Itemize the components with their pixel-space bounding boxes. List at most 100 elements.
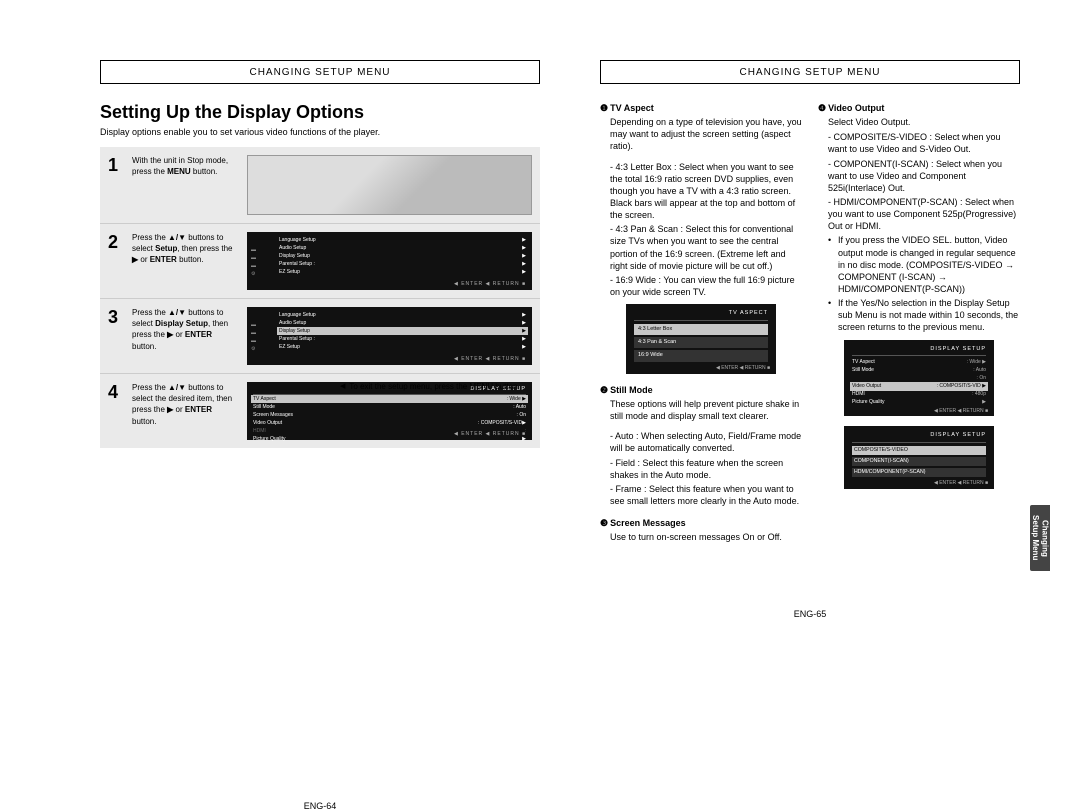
sub-item: - 16:9 Wide : You can view the full 16:9… xyxy=(610,274,802,298)
step-number: 3 xyxy=(108,307,122,365)
menu-title: DISPLAY SETUP xyxy=(852,432,986,442)
step-desc: Press the ▲/▼ buttons to select Display … xyxy=(132,307,237,365)
steps-panel: 1 With the unit in Stop mode, press the … xyxy=(100,147,540,448)
intro-text: Display options enable you to set variou… xyxy=(100,127,540,137)
exit-note: ◀ To exit the setup menu, press the MENU… xyxy=(340,382,540,391)
t: Display Setup xyxy=(155,319,208,328)
sub-item: - HDMI/COMPONENT(P-SCAN) : Select when y… xyxy=(828,196,1020,232)
t: ENTER xyxy=(150,255,177,264)
menu-footer: ◀ ENTER ◀ RETURN ■ xyxy=(454,431,526,437)
column-right: ❹Video Output Select Video Output. - COM… xyxy=(818,102,1020,551)
sub-item: - 4:3 Pan & Scan : Select this for conve… xyxy=(610,223,802,272)
t: ENTER xyxy=(185,405,212,414)
step-desc: Press the ▲/▼ buttons to select the desi… xyxy=(132,382,237,440)
menu-footer: ◀ ENTER ◀ RETURN ■ xyxy=(716,365,770,372)
page-right: CHANGING SETUP MENU ❶TV Aspect Depending… xyxy=(600,60,1020,551)
menu-item: 16:9 Wide xyxy=(634,350,768,361)
t: or xyxy=(173,330,185,339)
menu-footer: ◀ ENTER ◀ RETURN ■ xyxy=(934,480,988,487)
page-number: ENG-64 xyxy=(100,801,540,811)
step-number: 1 xyxy=(108,155,122,215)
opt-head: TV Aspect xyxy=(610,103,654,113)
t: ▲/▼ xyxy=(168,383,186,392)
t: Press the xyxy=(132,233,168,242)
sub-item: - Auto : When selecting Auto, Field/Fram… xyxy=(610,430,802,454)
menu-left-icons: ▬▬▬⚙ xyxy=(251,246,256,278)
opt-num: ❸ xyxy=(600,517,608,529)
display-setup-menu: DISPLAY SETUP TV Aspect: Wide ▶ Still Mo… xyxy=(844,340,994,417)
t: ▲/▼ xyxy=(168,233,186,242)
remote-illustration xyxy=(247,155,532,215)
arrow-icon: ◀ xyxy=(340,382,345,391)
sub-item: - 4:3 Letter Box : Select when you want … xyxy=(610,161,802,222)
video-output-menu: DISPLAY SETUP COMPOSITE/S-VIDEO COMPONEN… xyxy=(844,426,994,488)
page-left: CHANGING SETUP MENU Setting Up the Displ… xyxy=(100,60,540,551)
menu-item: : On xyxy=(852,374,986,382)
menu-item: COMPONENT(I-SCAN) xyxy=(852,457,986,466)
sub-item: - COMPOSITE/S-VIDEO : Select when you wa… xyxy=(828,131,1020,155)
menu-title: DISPLAY SETUP xyxy=(852,346,986,356)
menu-item: Still Mode: Auto xyxy=(852,367,986,375)
opt-body: Depending on a type of television you ha… xyxy=(610,116,802,152)
menu-footer: ◀ ENTER ◀ RETURN ■ xyxy=(454,356,526,362)
t: button. xyxy=(132,417,156,426)
menu-item: HDMI: 480p xyxy=(852,391,986,399)
step-3: 3 Press the ▲/▼ buttons to select Displa… xyxy=(100,299,540,374)
side-tab: ChangingSetup Menu xyxy=(1030,505,1050,571)
sub-item: - Field : Select this feature when the s… xyxy=(610,457,802,481)
menu-item: Still Mode: Auto xyxy=(253,403,526,411)
menu-item: Screen Messages: On xyxy=(253,411,526,419)
menu-footer: ◀ ENTER ◀ RETURN ■ xyxy=(454,281,526,287)
menu-item-selected: 4:3 Letter Box xyxy=(634,324,768,335)
page-title: Setting Up the Display Options xyxy=(100,102,540,123)
menu-item-selected: TV Aspect: Wide ▶ xyxy=(251,395,528,403)
step-number: 4 xyxy=(108,382,122,440)
menu-item: TV Aspect: Wide ▶ xyxy=(852,359,986,367)
t: button. xyxy=(191,167,218,176)
step-desc: With the unit in Stop mode, press the ME… xyxy=(132,155,237,215)
menu-title: TV ASPECT xyxy=(634,310,768,320)
header-right: CHANGING SETUP MENU xyxy=(600,60,1020,84)
menu-item: Picture Quality▶ xyxy=(852,399,986,407)
t: Press the xyxy=(132,383,168,392)
menu-item: Language Setup▶ xyxy=(279,236,526,244)
opt-head: Still Mode xyxy=(610,385,653,395)
menu-item-selected: Video Output: COMPOSIT/S-VID ▶ xyxy=(850,382,988,391)
menu-item-selected: Display Setup▶ xyxy=(277,327,528,335)
menu-item: EZ Setup▶ xyxy=(279,343,526,351)
menu-item: Audio Setup▶ xyxy=(279,319,526,327)
menu-item: 4:3 Pan & Scan xyxy=(634,337,768,348)
menu-item: Parental Setup :▶ xyxy=(279,335,526,343)
menu-screenshot: ▬▬▬⚙ Language Setup▶ Audio Setup▶ Displa… xyxy=(247,232,532,290)
opt-head: Video Output xyxy=(828,103,884,113)
exit-text: To exit the setup menu, press the MENU b… xyxy=(349,382,519,391)
sidetab-line: Changing xyxy=(1041,520,1050,557)
note-item: •If the Yes/No selection in the Display … xyxy=(828,297,1020,333)
header-left: CHANGING SETUP MENU xyxy=(100,60,540,84)
menu-footer: ◀ ENTER ◀ RETURN ■ xyxy=(934,408,988,415)
opt-num: ❹ xyxy=(818,102,826,114)
t: button. xyxy=(132,342,156,351)
tv-aspect-menu: TV ASPECT 4:3 Letter Box 4:3 Pan & Scan … xyxy=(626,304,776,374)
sub-item: - COMPONENT(I-SCAN) : Select when you wa… xyxy=(828,158,1020,194)
t: or xyxy=(138,255,150,264)
column-left: ❶TV Aspect Depending on a type of televi… xyxy=(600,102,802,551)
menu-item: Video Output: COMPOSIT/S-VID▶ xyxy=(253,419,526,427)
sub-item: - Frame : Select this feature when you w… xyxy=(610,483,802,507)
step-number: 2 xyxy=(108,232,122,290)
note-item: •If you press the VIDEO SEL. button, Vid… xyxy=(828,234,1020,295)
opt-num: ❷ xyxy=(600,384,608,396)
menu-item: Language Setup▶ xyxy=(279,311,526,319)
menu-item: HDMI/COMPONENT(P-SCAN) xyxy=(852,468,986,477)
t: , then press the xyxy=(177,244,232,253)
page-number: ENG-65 xyxy=(600,609,1020,619)
opt-body: Use to turn on-screen messages On or Off… xyxy=(610,531,802,543)
menu-item: Audio Setup▶ xyxy=(279,244,526,252)
opt-head: Screen Messages xyxy=(610,518,686,528)
menu-item-selected: COMPOSITE/S-VIDEO xyxy=(852,446,986,455)
step-1: 1 With the unit in Stop mode, press the … xyxy=(100,147,540,224)
menu-item: EZ Setup▶ xyxy=(279,268,526,276)
t: ENTER xyxy=(185,330,212,339)
t: MENU xyxy=(167,167,191,176)
menu-item: Parental Setup :▶ xyxy=(279,260,526,268)
